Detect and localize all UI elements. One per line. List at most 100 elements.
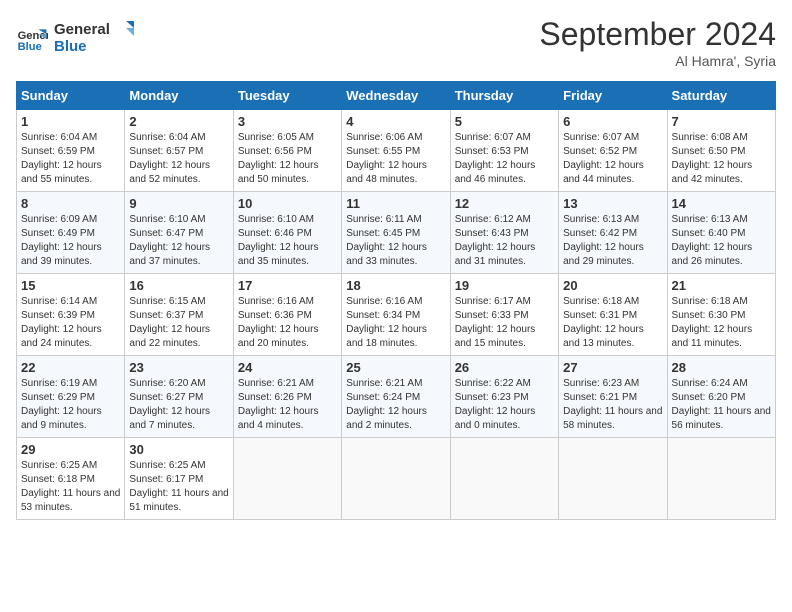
day-info: Sunrise: 6:22 AMSunset: 6:23 PMDaylight:… (455, 378, 536, 431)
day-cell: 17 Sunrise: 6:16 AMSunset: 6:36 PMDayligh… (233, 274, 341, 356)
day-info: Sunrise: 6:07 AMSunset: 6:53 PMDaylight:… (455, 132, 536, 185)
week-row-3: 15Sunrise: 6:14 AMSunset: 6:39 PMDayligh… (17, 274, 776, 356)
day-info: Sunrise: 6:24 AMSunset: 6:20 PMDaylight:… (672, 378, 771, 431)
day-info: Sunrise: 6:16 AMSunset: 6:34 PMDaylight:… (346, 296, 427, 349)
day-cell: 27 Sunrise: 6:23 AMSunset: 6:21 PMDayligh… (559, 356, 667, 438)
week-row-1: 1 Sunrise: 6:04 AMSunset: 6:59 PMDaylight… (17, 110, 776, 192)
day-cell: 21Sunrise: 6:18 AMSunset: 6:30 PMDayligh… (667, 274, 775, 356)
logo-icon: General Blue (16, 23, 48, 55)
day-cell: 29 Sunrise: 6:25 AMSunset: 6:18 PMDayligh… (17, 438, 125, 520)
day-number: 3 (238, 114, 337, 129)
svg-text:General: General (54, 21, 110, 38)
day-number: 29 (21, 442, 120, 457)
day-number: 22 (21, 360, 120, 375)
day-info: Sunrise: 6:13 AMSunset: 6:40 PMDaylight:… (672, 214, 753, 267)
header-row: SundayMondayTuesdayWednesdayThursdayFrid… (17, 82, 776, 110)
day-cell: 25 Sunrise: 6:21 AMSunset: 6:24 PMDayligh… (342, 356, 450, 438)
col-header-saturday: Saturday (667, 82, 775, 110)
svg-text:Blue: Blue (54, 38, 87, 55)
day-cell: 26 Sunrise: 6:22 AMSunset: 6:23 PMDayligh… (450, 356, 558, 438)
day-number: 21 (672, 278, 771, 293)
day-info: Sunrise: 6:25 AMSunset: 6:17 PMDaylight:… (129, 460, 228, 513)
day-cell: 15Sunrise: 6:14 AMSunset: 6:39 PMDayligh… (17, 274, 125, 356)
day-info: Sunrise: 6:23 AMSunset: 6:21 PMDaylight:… (563, 378, 662, 431)
logo-svg: General Blue (54, 16, 134, 56)
location: Al Hamra', Syria (539, 53, 776, 69)
logo: General Blue General Blue (16, 16, 134, 61)
day-number: 26 (455, 360, 554, 375)
day-cell (559, 438, 667, 520)
day-number: 7 (672, 114, 771, 129)
day-cell: 4 Sunrise: 6:06 AMSunset: 6:55 PMDaylight… (342, 110, 450, 192)
day-info: Sunrise: 6:04 AMSunset: 6:59 PMDaylight:… (21, 132, 102, 185)
day-cell: 18Sunrise: 6:16 AMSunset: 6:34 PMDayligh… (342, 274, 450, 356)
day-number: 13 (563, 196, 662, 211)
day-cell: 10Sunrise: 6:10 AMSunset: 6:46 PMDayligh… (233, 192, 341, 274)
page-header: General Blue General Blue September 2024… (16, 16, 776, 69)
day-info: Sunrise: 6:19 AMSunset: 6:29 PMDaylight:… (21, 378, 102, 431)
day-cell: 3 Sunrise: 6:05 AMSunset: 6:56 PMDaylight… (233, 110, 341, 192)
day-info: Sunrise: 6:16 AMSunset: 6:36 PMDaylight:… (238, 296, 319, 349)
day-number: 6 (563, 114, 662, 129)
day-number: 23 (129, 360, 228, 375)
day-info: Sunrise: 6:20 AMSunset: 6:27 PMDaylight:… (129, 378, 210, 431)
day-cell: 12Sunrise: 6:12 AMSunset: 6:43 PMDayligh… (450, 192, 558, 274)
week-row-4: 22 Sunrise: 6:19 AMSunset: 6:29 PMDayligh… (17, 356, 776, 438)
week-row-5: 29 Sunrise: 6:25 AMSunset: 6:18 PMDayligh… (17, 438, 776, 520)
day-info: Sunrise: 6:04 AMSunset: 6:57 PMDaylight:… (129, 132, 210, 185)
day-info: Sunrise: 6:05 AMSunset: 6:56 PMDaylight:… (238, 132, 319, 185)
day-number: 5 (455, 114, 554, 129)
day-cell: 22 Sunrise: 6:19 AMSunset: 6:29 PMDayligh… (17, 356, 125, 438)
day-info: Sunrise: 6:06 AMSunset: 6:55 PMDaylight:… (346, 132, 427, 185)
day-cell (450, 438, 558, 520)
day-cell: 5 Sunrise: 6:07 AMSunset: 6:53 PMDaylight… (450, 110, 558, 192)
day-info: Sunrise: 6:09 AMSunset: 6:49 PMDaylight:… (21, 214, 102, 267)
svg-text:Blue: Blue (18, 41, 42, 53)
day-cell (667, 438, 775, 520)
day-number: 30 (129, 442, 228, 457)
col-header-friday: Friday (559, 82, 667, 110)
day-number: 25 (346, 360, 445, 375)
day-number: 2 (129, 114, 228, 129)
day-cell: 30 Sunrise: 6:25 AMSunset: 6:17 PMDayligh… (125, 438, 233, 520)
day-cell: 14Sunrise: 6:13 AMSunset: 6:40 PMDayligh… (667, 192, 775, 274)
day-number: 8 (21, 196, 120, 211)
day-number: 10 (238, 196, 337, 211)
day-number: 19 (455, 278, 554, 293)
day-cell: 28Sunrise: 6:24 AMSunset: 6:20 PMDayligh… (667, 356, 775, 438)
day-number: 11 (346, 196, 445, 211)
col-header-monday: Monday (125, 82, 233, 110)
day-cell: 2 Sunrise: 6:04 AMSunset: 6:57 PMDaylight… (125, 110, 233, 192)
day-number: 17 (238, 278, 337, 293)
col-header-wednesday: Wednesday (342, 82, 450, 110)
day-cell: 24Sunrise: 6:21 AMSunset: 6:26 PMDayligh… (233, 356, 341, 438)
col-header-sunday: Sunday (17, 82, 125, 110)
day-number: 20 (563, 278, 662, 293)
day-number: 4 (346, 114, 445, 129)
day-cell: 6 Sunrise: 6:07 AMSunset: 6:52 PMDaylight… (559, 110, 667, 192)
day-cell: 9 Sunrise: 6:10 AMSunset: 6:47 PMDaylight… (125, 192, 233, 274)
day-cell (342, 438, 450, 520)
day-cell: 16 Sunrise: 6:15 AMSunset: 6:37 PMDayligh… (125, 274, 233, 356)
day-info: Sunrise: 6:21 AMSunset: 6:26 PMDaylight:… (238, 378, 319, 431)
calendar-table: SundayMondayTuesdayWednesdayThursdayFrid… (16, 81, 776, 520)
day-number: 9 (129, 196, 228, 211)
col-header-thursday: Thursday (450, 82, 558, 110)
day-info: Sunrise: 6:11 AMSunset: 6:45 PMDaylight:… (346, 214, 427, 267)
day-info: Sunrise: 6:21 AMSunset: 6:24 PMDaylight:… (346, 378, 427, 431)
day-number: 27 (563, 360, 662, 375)
day-info: Sunrise: 6:13 AMSunset: 6:42 PMDaylight:… (563, 214, 644, 267)
day-number: 12 (455, 196, 554, 211)
day-cell (233, 438, 341, 520)
day-info: Sunrise: 6:07 AMSunset: 6:52 PMDaylight:… (563, 132, 644, 185)
day-info: Sunrise: 6:25 AMSunset: 6:18 PMDaylight:… (21, 460, 120, 513)
day-info: Sunrise: 6:10 AMSunset: 6:47 PMDaylight:… (129, 214, 210, 267)
day-cell: 19Sunrise: 6:17 AMSunset: 6:33 PMDayligh… (450, 274, 558, 356)
day-cell: 1 Sunrise: 6:04 AMSunset: 6:59 PMDaylight… (17, 110, 125, 192)
day-info: Sunrise: 6:14 AMSunset: 6:39 PMDaylight:… (21, 296, 102, 349)
day-number: 16 (129, 278, 228, 293)
day-cell: 7Sunrise: 6:08 AMSunset: 6:50 PMDaylight… (667, 110, 775, 192)
day-number: 1 (21, 114, 120, 129)
title-area: September 2024 Al Hamra', Syria (539, 16, 776, 69)
day-info: Sunrise: 6:15 AMSunset: 6:37 PMDaylight:… (129, 296, 210, 349)
